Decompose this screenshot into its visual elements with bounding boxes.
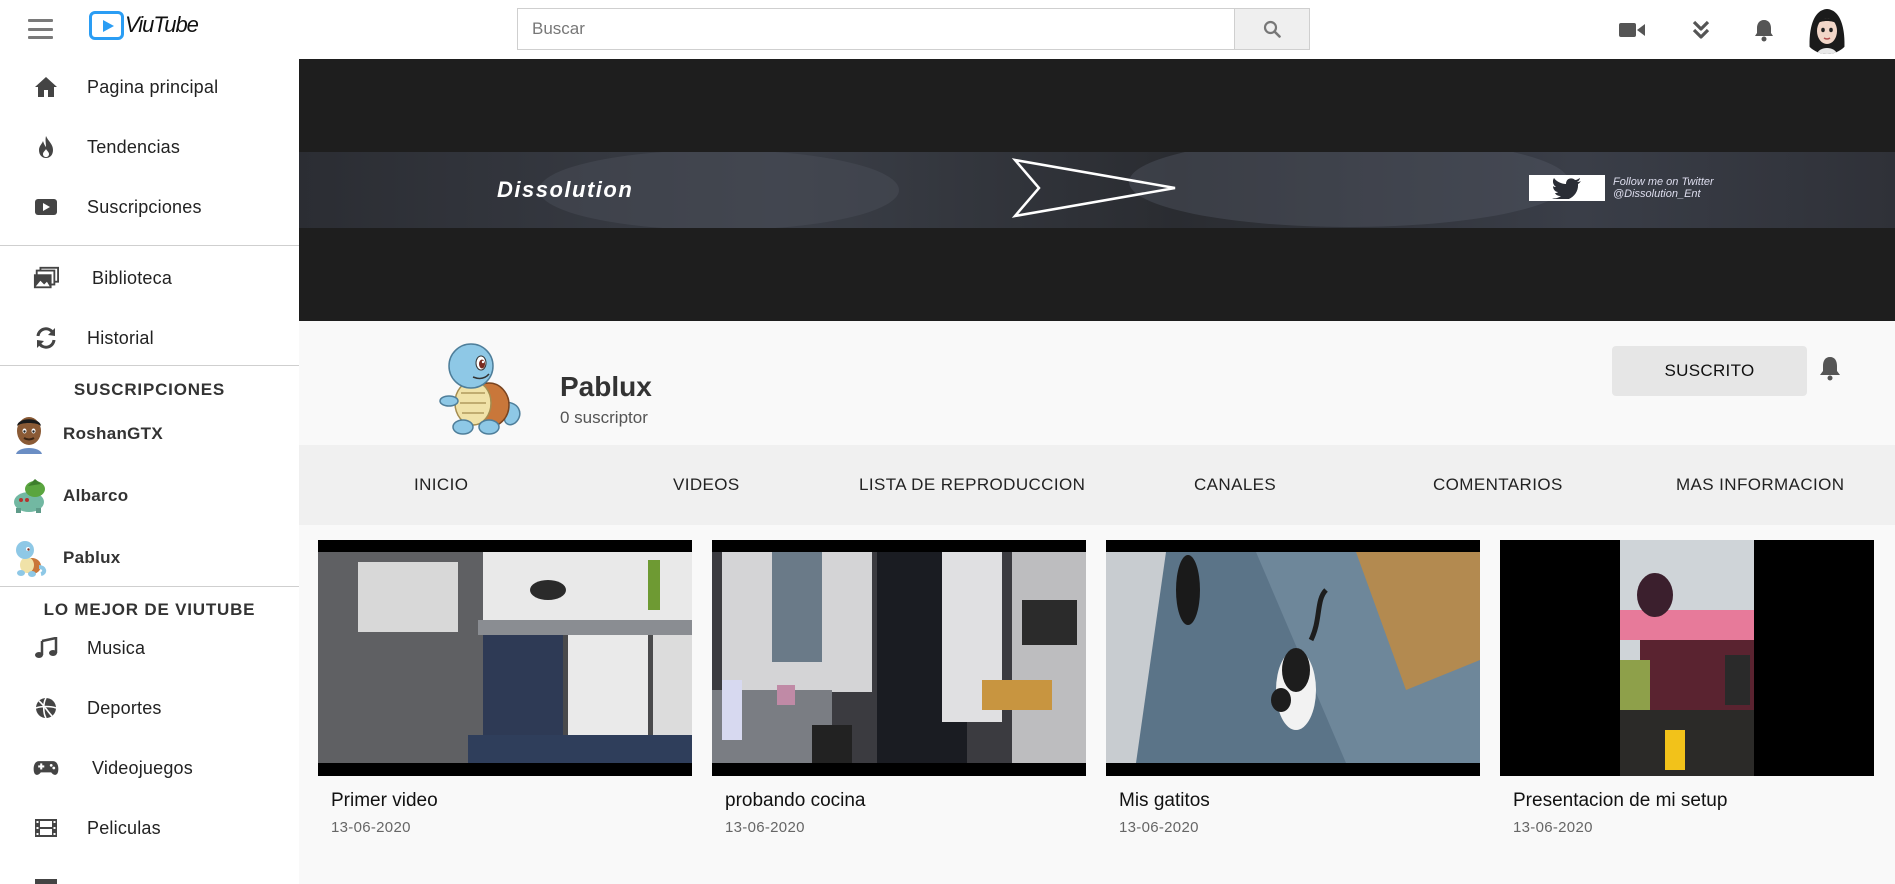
tab-about[interactable]: MAS INFORMACION bbox=[1676, 475, 1844, 495]
channel-avatar bbox=[10, 475, 48, 517]
search-bar bbox=[517, 8, 1310, 50]
video-date: 13-06-2020 bbox=[331, 819, 411, 836]
channel-name: Pablux bbox=[560, 371, 652, 402]
sidebar-item-label: Suscripciones bbox=[87, 196, 202, 217]
sidebar-item-trending[interactable]: Tendencias bbox=[0, 122, 299, 172]
video-thumbnail[interactable] bbox=[318, 540, 692, 776]
menu-icon[interactable] bbox=[28, 19, 53, 39]
search-icon bbox=[1263, 20, 1281, 38]
home-icon bbox=[33, 74, 59, 100]
gamepad-icon bbox=[33, 755, 59, 781]
video-title[interactable]: Presentacion de mi setup bbox=[1513, 790, 1727, 812]
sidebar-item-library[interactable]: Biblioteca bbox=[0, 253, 299, 303]
video-date: 13-06-2020 bbox=[1513, 819, 1593, 836]
sidebar-item-home[interactable]: Pagina principal bbox=[0, 62, 299, 112]
best-of-heading: LO MEJOR DE VIUTUBE bbox=[43, 600, 256, 619]
sidebar-item-music[interactable]: Musica bbox=[0, 623, 299, 673]
film-icon bbox=[33, 815, 59, 841]
play-logo-icon bbox=[89, 10, 124, 40]
subscribe-button[interactable]: SUSCRITO bbox=[1612, 346, 1807, 396]
logo[interactable]: ViuTube bbox=[89, 10, 199, 40]
twitter-icon bbox=[1529, 175, 1605, 201]
tab-comments[interactable]: COMENTARIOS bbox=[1433, 475, 1563, 495]
banner-twitter: Follow me on Twitter @Dissolution_Ent bbox=[1529, 175, 1714, 201]
video-date: 13-06-2020 bbox=[1119, 819, 1199, 836]
video-thumbnail[interactable] bbox=[712, 540, 1086, 776]
notification-bell-icon[interactable] bbox=[1817, 354, 1843, 382]
video-title[interactable]: Primer video bbox=[331, 790, 438, 812]
sidebar-subscription-roshangtx[interactable]: RoshanGTX bbox=[0, 409, 299, 459]
tab-inicio[interactable]: INICIO bbox=[414, 475, 468, 495]
subscription-label: RoshanGTX bbox=[63, 424, 163, 443]
channel-header: Pablux 0 suscriptor SUSCRITO bbox=[299, 321, 1895, 445]
video-card[interactable]: probando cocina 13-06-2020 bbox=[712, 540, 1086, 836]
video-card[interactable]: Presentacion de mi setup 13-06-2020 bbox=[1500, 540, 1874, 836]
video-card[interactable]: Mis gatitos 13-06-2020 bbox=[1106, 540, 1480, 836]
subscriber-count: 0 suscriptor bbox=[560, 408, 648, 427]
subscription-label: Albarco bbox=[63, 486, 129, 505]
search-button[interactable] bbox=[1234, 8, 1310, 50]
banner-follow-text: Follow me on Twitter @Dissolution_Ent bbox=[1613, 176, 1714, 200]
history-icon bbox=[33, 325, 59, 351]
sidebar-divider bbox=[0, 586, 299, 587]
tab-playlists[interactable]: LISTA DE REPRODUCCION bbox=[859, 475, 1085, 495]
sidebar-item-label: Videojuegos bbox=[92, 757, 193, 778]
video-card[interactable]: Primer video 13-06-2020 bbox=[318, 540, 692, 836]
sidebar-subscription-albarco[interactable]: Albarco bbox=[0, 471, 299, 521]
sidebar-item-history[interactable]: Historial bbox=[0, 313, 299, 363]
sidebar-item-label: Tendencias bbox=[87, 136, 181, 157]
tab-videos[interactable]: VIDEOS bbox=[673, 475, 740, 495]
sidebar-item-label: Biblioteca bbox=[92, 267, 173, 288]
subscription-label: Pablux bbox=[63, 548, 121, 567]
top-bar: ViuTube bbox=[0, 0, 1895, 59]
library-icon bbox=[33, 265, 59, 291]
sidebar-item-subscriptions[interactable]: Suscripciones bbox=[0, 182, 299, 232]
logo-text: ViuTube bbox=[125, 12, 199, 37]
sidebar: Pagina principal Tendencias Suscripcione… bbox=[0, 59, 299, 884]
music-note-icon bbox=[33, 635, 59, 661]
sidebar-item-label: Peliculas bbox=[87, 817, 161, 838]
sidebar-item-sports[interactable]: Deportes bbox=[0, 683, 299, 733]
subscriptions-icon bbox=[33, 194, 59, 220]
sidebar-item-movies[interactable]: Peliculas bbox=[0, 803, 299, 853]
subscriptions-heading: SUSCRIPCIONES bbox=[73, 380, 226, 399]
video-title[interactable]: Mis gatitos bbox=[1119, 790, 1210, 812]
channel-avatar bbox=[427, 341, 527, 436]
sidebar-divider bbox=[0, 365, 299, 366]
video-camera-icon[interactable] bbox=[1617, 17, 1647, 43]
sidebar-item-videogames[interactable]: Videojuegos bbox=[0, 743, 299, 793]
sports-ball-icon bbox=[33, 695, 59, 721]
sidebar-item-label: Deportes bbox=[87, 697, 162, 718]
video-date: 13-06-2020 bbox=[725, 819, 805, 836]
sidebar-item-label: Pagina principal bbox=[87, 76, 219, 97]
sidebar-item-more[interactable] bbox=[0, 863, 299, 884]
sidebar-item-label: Historial bbox=[87, 327, 154, 348]
channel-banner: Dissolution Follow me on Twitter @Dissol… bbox=[299, 59, 1895, 321]
tab-channels[interactable]: CANALES bbox=[1194, 475, 1276, 495]
banner-title: Dissolution bbox=[497, 177, 634, 202]
double-chevron-down-icon[interactable] bbox=[1686, 17, 1716, 43]
channel-avatar bbox=[10, 413, 48, 455]
fire-icon bbox=[33, 134, 59, 160]
sidebar-item-label: Musica bbox=[87, 637, 146, 658]
news-icon bbox=[33, 875, 59, 884]
bell-icon[interactable] bbox=[1749, 17, 1779, 43]
user-avatar[interactable] bbox=[1802, 4, 1852, 54]
search-input[interactable] bbox=[517, 8, 1234, 50]
video-thumbnail[interactable] bbox=[1500, 540, 1874, 776]
sidebar-divider bbox=[0, 245, 299, 246]
channel-avatar bbox=[10, 537, 48, 579]
sidebar-subscription-pablux[interactable]: Pablux bbox=[0, 533, 299, 583]
video-title[interactable]: probando cocina bbox=[725, 790, 866, 812]
channel-tabs: INICIO VIDEOS LISTA DE REPRODUCCION CANA… bbox=[299, 445, 1895, 525]
video-thumbnail[interactable] bbox=[1106, 540, 1480, 776]
